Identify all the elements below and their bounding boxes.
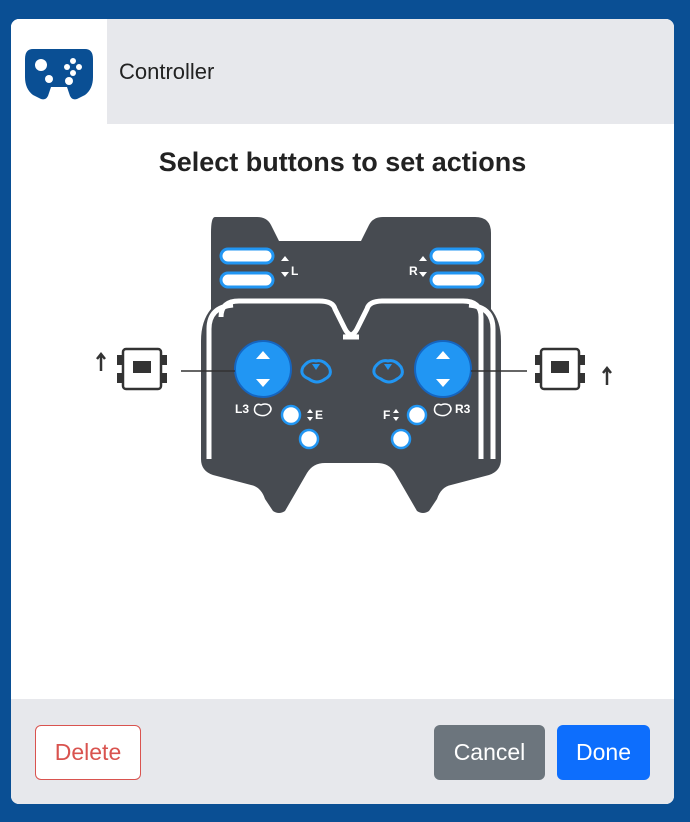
dialog-header: Controller — [11, 19, 674, 124]
controller-dialog: Controller Select buttons to set actions… — [11, 19, 674, 804]
left-bumper-label: L — [291, 264, 298, 278]
left-bumper-top[interactable] — [219, 247, 275, 265]
button-f-down[interactable] — [390, 428, 412, 450]
button-e-label: E — [315, 408, 323, 422]
button-e-down[interactable] — [298, 428, 320, 450]
left-joystick[interactable] — [234, 340, 292, 398]
done-button[interactable]: Done — [557, 725, 650, 780]
instruction-heading: Select buttons to set actions — [158, 147, 527, 177]
dialog-title: Controller — [119, 59, 215, 84]
button-e-up[interactable] — [280, 404, 302, 426]
right-bumper-top[interactable] — [429, 247, 485, 265]
r3-label: R3 — [455, 402, 471, 416]
l3-label: L3 — [235, 402, 249, 416]
controller-diagram: L R L3 R3 E F — [96, 217, 612, 513]
delete-button[interactable]: Delete — [35, 725, 141, 780]
left-bumper-bottom[interactable] — [219, 271, 275, 289]
right-bumper-label: R — [409, 264, 418, 278]
right-bumper-bottom[interactable] — [429, 271, 485, 289]
cancel-button[interactable]: Cancel — [434, 725, 545, 780]
right-joystick[interactable] — [414, 340, 472, 398]
gamepad-icon — [25, 49, 93, 100]
button-f-label: F — [383, 408, 390, 422]
controller-tab[interactable] — [11, 19, 107, 124]
button-f-up[interactable] — [406, 404, 428, 426]
